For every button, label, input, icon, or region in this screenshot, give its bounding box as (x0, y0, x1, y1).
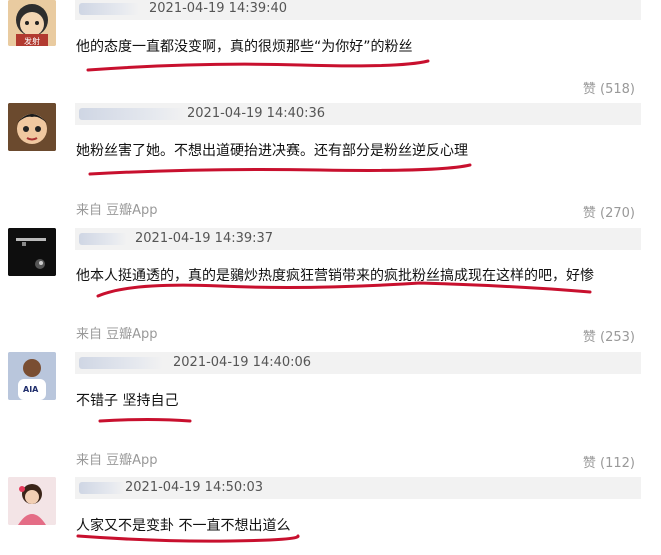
avatar[interactable] (8, 477, 56, 525)
comment-item: AIA 2021-04-19 14:40:06 不错子 坚持自己 来自 豆瓣Ap… (0, 352, 661, 471)
username-redacted[interactable] (79, 482, 125, 494)
comment-meta: 2021-04-19 14:39:40 (75, 0, 641, 20)
like-button[interactable]: 赞 (253) (583, 326, 635, 345)
comment-time: 2021-04-19 14:40:36 (187, 106, 326, 121)
comment-meta: 2021-04-19 14:39:37 (75, 228, 641, 250)
username-redacted[interactable] (79, 3, 139, 15)
comment-source: 来自 豆瓣App (76, 327, 158, 342)
like-button[interactable]: 赞 (112) (583, 452, 635, 471)
username-redacted[interactable] (79, 357, 163, 369)
comment-time: 2021-04-19 14:39:40 (149, 1, 288, 16)
comment-text: 他的态度一直都没变啊，真的很烦那些“为你好”的粉丝 (76, 39, 413, 55)
avatar-caption: AIA (23, 385, 39, 394)
avatar[interactable] (8, 103, 56, 151)
comment-text: 她粉丝害了她。不想出道硬抬进决赛。还有部分是粉丝逆反心理 (76, 143, 468, 159)
comment-item: 2021-04-19 14:50:03 人家又不是变卦 不一直不想出道么 (0, 477, 661, 555)
comment-time: 2021-04-19 14:50:03 (125, 480, 264, 495)
comment-text: 不错子 坚持自己 (76, 393, 179, 409)
comment-source: 来自 豆瓣App (76, 453, 158, 468)
comment-text: 人家又不是变卦 不一直不想出道么 (76, 518, 291, 534)
comment-text: 他本人挺通透的，真的是鶸炒热度疯狂营销带来的疯批粉丝搞成现在这样的吧，好惨 (76, 268, 594, 284)
comment-item: 发射 2021-04-19 14:39:40 他的态度一直都没变啊，真的很烦那些… (0, 0, 661, 97)
username-redacted[interactable] (79, 233, 127, 245)
username-redacted[interactable] (79, 108, 187, 120)
avatar[interactable]: 发射 (8, 0, 56, 46)
comment-item: 2021-04-19 14:39:37 他本人挺通透的，真的是鶸炒热度疯狂营销带… (0, 228, 661, 350)
comment-source: 来自 豆瓣App (76, 203, 158, 218)
comment-time: 2021-04-19 14:39:37 (135, 231, 274, 246)
comment-meta: 2021-04-19 14:50:03 (75, 477, 641, 499)
avatar-caption: 发射 (24, 36, 40, 46)
comment-meta: 2021-04-19 14:40:36 (75, 103, 641, 125)
like-button[interactable]: 赞 (518) (583, 78, 635, 97)
comment-time: 2021-04-19 14:40:06 (173, 355, 312, 370)
avatar[interactable] (8, 228, 56, 276)
comment-meta: 2021-04-19 14:40:06 (75, 352, 641, 374)
avatar[interactable]: AIA (8, 352, 56, 400)
comment-item: 2021-04-19 14:40:36 她粉丝害了她。不想出道硬抬进决赛。还有部… (0, 103, 661, 223)
like-button[interactable]: 赞 (270) (583, 202, 635, 221)
